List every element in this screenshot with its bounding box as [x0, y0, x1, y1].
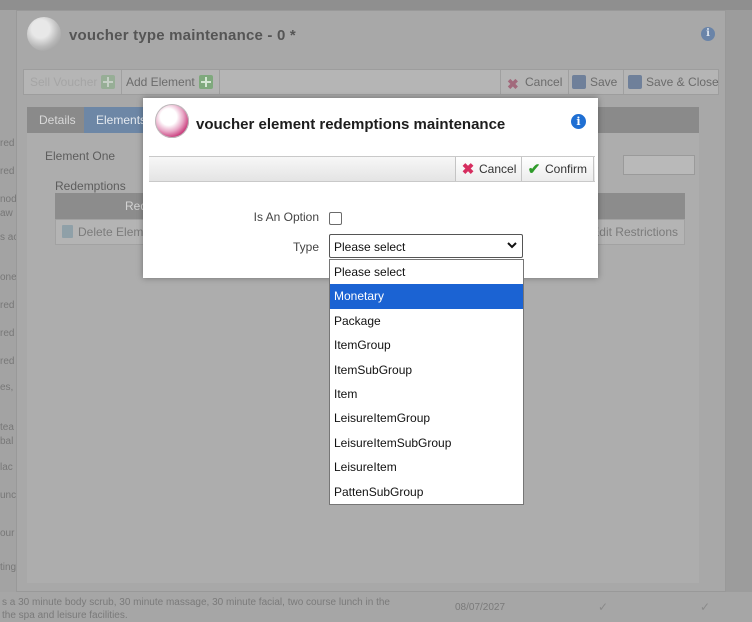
background-row-text: s ac	[0, 232, 16, 243]
cancel-icon: ✖	[461, 161, 475, 178]
background-row-text: aw	[0, 208, 13, 219]
background-row-text: red	[0, 166, 15, 177]
redemptions-label: Redemptions	[55, 179, 126, 193]
background-row-text: red	[0, 356, 15, 367]
background-row-text: red	[0, 300, 15, 311]
redemptions-dialog: voucher element redemptions maintenance …	[143, 98, 598, 278]
type-option-leisureitem[interactable]: LeisureItem	[330, 455, 523, 479]
cancel-icon: ✖	[507, 76, 519, 92]
app-logo-icon	[27, 17, 61, 51]
background-row-text: unc	[0, 490, 16, 501]
type-option-item[interactable]: Item	[330, 382, 523, 406]
type-option-pattensubgroup[interactable]: PattenSubGroup	[330, 480, 523, 504]
info-icon[interactable]: i	[571, 114, 586, 129]
background-row-text: red	[0, 328, 15, 339]
tab-details[interactable]: Details	[27, 107, 88, 133]
type-option-please-select[interactable]: Please select	[330, 260, 523, 284]
type-dropdown-list: Please select Monetary Package ItemGroup…	[329, 259, 524, 505]
element-name-field[interactable]	[623, 155, 695, 175]
is-option-checkbox[interactable]	[329, 212, 342, 225]
background-top-bar	[0, 0, 752, 10]
background-row-text: one	[0, 272, 16, 283]
outer-dialog-header: voucher type maintenance - 0 * i	[17, 11, 725, 67]
app-logo-icon	[155, 104, 189, 138]
outer-save-button[interactable]: Save	[566, 70, 625, 94]
dialog-title: voucher element redemptions maintenance	[196, 116, 506, 133]
add-icon	[198, 75, 213, 89]
background-row-text: our	[0, 528, 15, 539]
background-row-text: bal	[0, 436, 14, 447]
chevron-down-icon	[507, 242, 517, 249]
check-icon: ✓	[598, 600, 609, 614]
type-select-value: Please select	[334, 240, 406, 254]
bin-icon	[62, 225, 73, 238]
type-option-package[interactable]: Package	[330, 309, 523, 333]
edit-restrictions-button[interactable]: Edit Restrictions	[591, 225, 678, 239]
delete-element-button[interactable]: Delete Eleme	[62, 225, 150, 239]
outer-dialog-title: voucher type maintenance - 0 *	[69, 27, 296, 44]
background-date: 08/07/2027	[455, 602, 506, 613]
info-icon[interactable]: i	[701, 27, 715, 41]
background-bottom-line: the spa and leisure facilities.	[2, 610, 128, 621]
background-row-text: nod	[0, 194, 16, 205]
background-bottom-row: s a 30 minute body scrub, 30 minute mass…	[0, 592, 752, 622]
background-bottom-line: s a 30 minute body scrub, 30 minute mass…	[2, 597, 390, 608]
element-name-label: Element One	[45, 149, 116, 163]
save-icon	[572, 75, 586, 89]
is-option-label: Is An Option	[253, 210, 319, 224]
outer-save-close-button[interactable]: Save & Close	[622, 70, 725, 94]
type-option-monetary[interactable]: Monetary	[330, 284, 523, 309]
background-row-text: lac	[0, 462, 13, 473]
type-option-leisureitemgroup[interactable]: LeisureItemGroup	[330, 406, 523, 430]
cancel-button[interactable]: ✖ Cancel	[455, 157, 523, 181]
check-icon: ✓	[700, 600, 711, 614]
sell-voucher-button[interactable]: Sell Voucher	[24, 70, 123, 94]
background-row-text: ting	[0, 562, 16, 573]
add-element-button[interactable]: Add Element	[120, 70, 220, 94]
background-row-text: tea	[0, 422, 14, 433]
type-select[interactable]: Please select	[329, 234, 523, 258]
type-option-leisureitemsubgroup[interactable]: LeisureItemSubGroup	[330, 431, 523, 455]
background-row-text: red	[0, 138, 15, 149]
outer-toolbar: Sell Voucher Add Element ✖ Cancel Save Sa…	[23, 69, 719, 95]
confirm-button[interactable]: ✔ Confirm	[521, 157, 595, 181]
outer-cancel-button[interactable]: ✖ Cancel	[500, 70, 570, 94]
add-icon	[101, 75, 116, 89]
background-left-column: red red nod aw s ac one red red red es, …	[0, 10, 16, 622]
dialog-toolbar: ✖ Cancel ✔ Confirm	[149, 156, 595, 182]
type-label: Type	[292, 240, 319, 254]
type-option-itemgroup[interactable]: ItemGroup	[330, 333, 523, 357]
save-close-icon	[628, 75, 642, 89]
type-option-itemsubgroup[interactable]: ItemSubGroup	[330, 358, 523, 382]
background-row-text: es,	[0, 382, 14, 393]
check-icon: ✔	[527, 161, 541, 178]
